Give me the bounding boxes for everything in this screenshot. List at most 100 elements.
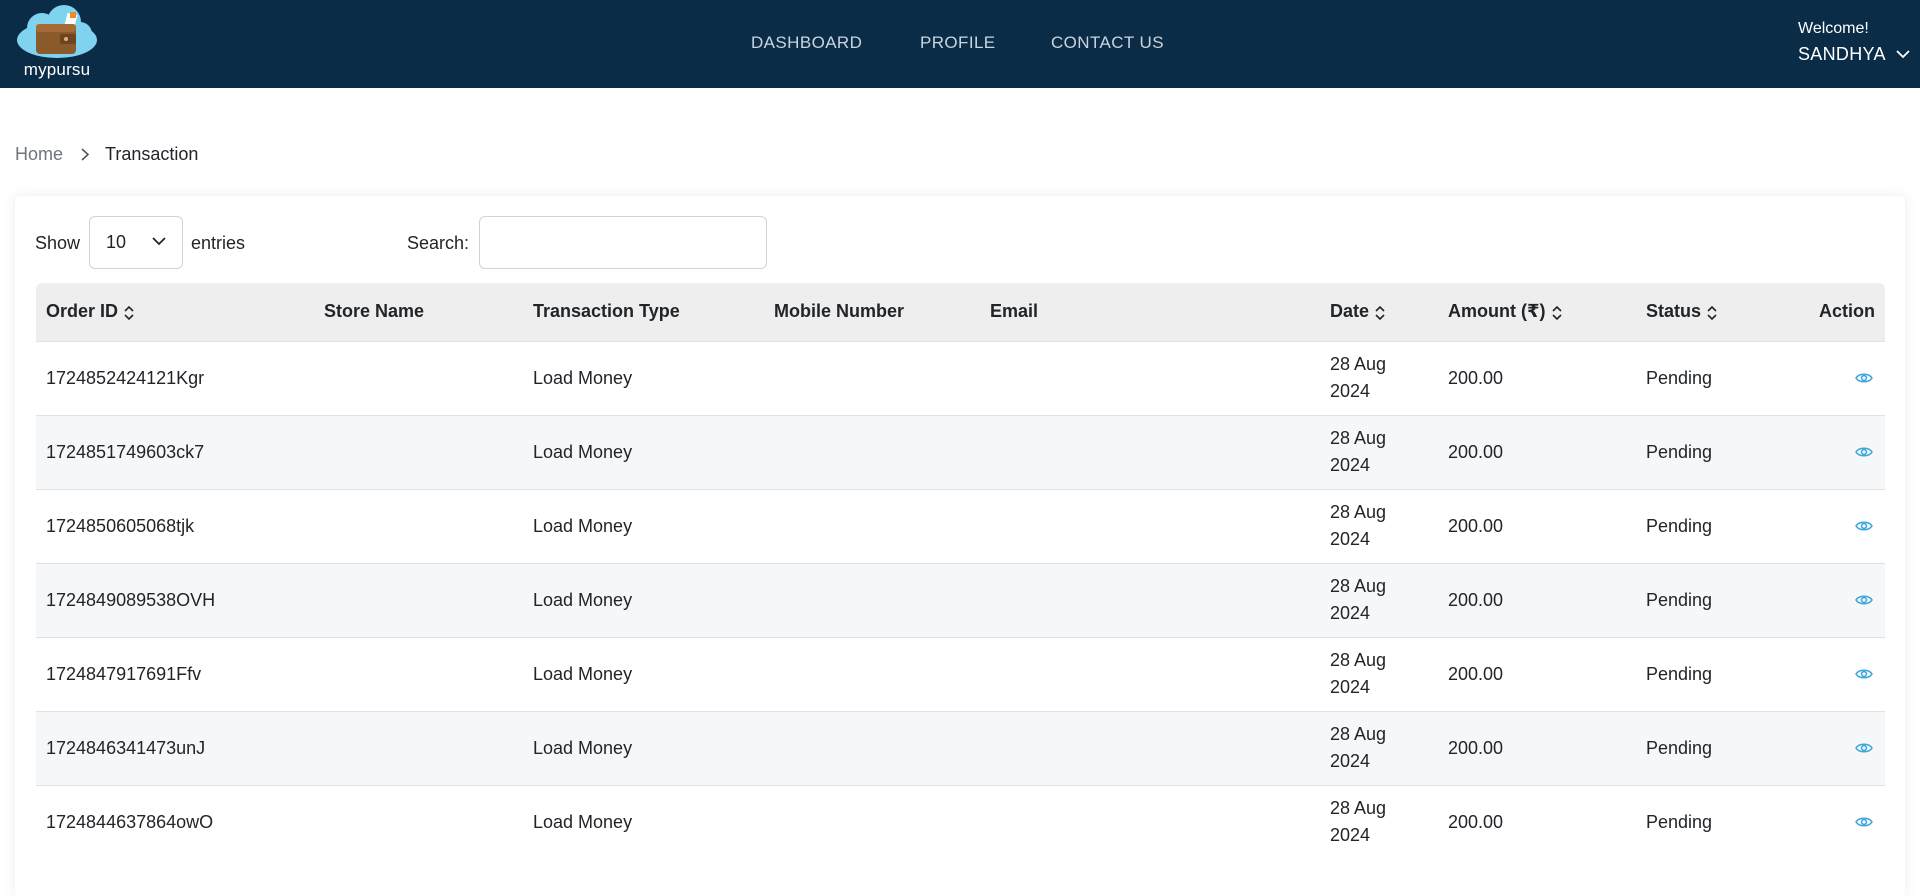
table-row: 1724849089538OVH Load Money 28 Aug 2024 200.… [36,562,1885,637]
cell-transaction-type: Load Money [523,414,764,489]
cell-store-name [314,710,523,785]
column-order-id[interactable]: Order ID [36,283,314,341]
nav-dashboard[interactable]: DASHBOARD [751,33,862,53]
table-row: 1724847917691Ffv Load Money 28 Aug 2024 200.… [36,636,1885,711]
cell-date: 28 Aug 2024 [1320,636,1438,711]
cell-date: 28 Aug 2024 [1320,414,1438,489]
cell-action [1780,636,1885,711]
cell-action [1780,414,1885,489]
cell-mobile-number [764,562,980,637]
cell-transaction-type: Load Money [523,488,764,563]
column-amount[interactable]: Amount (₹) [1438,283,1636,341]
cell-amount: 200.00 [1438,488,1636,563]
cell-status: Pending [1636,562,1780,637]
table-header-row: Order ID Store Name Transaction Type Mob… [36,283,1885,341]
top-navbar: mypursu DASHBOARD PROFILE CONTACT US Wel… [0,0,1920,88]
date-day-month: 28 Aug [1330,354,1387,374]
view-eye-icon[interactable] [1855,661,1873,688]
cell-date: 28 Aug 2024 [1320,488,1438,563]
breadcrumb-home[interactable]: Home [15,144,63,165]
breadcrumb: Home Transaction [15,144,198,165]
cell-status: Pending [1636,414,1780,489]
view-eye-icon[interactable] [1855,365,1873,392]
cloud-wallet-logo-icon [17,5,97,58]
view-eye-icon[interactable] [1855,735,1873,762]
transactions-card: Show 10 entries Search: Order ID Store N… [15,196,1905,896]
column-mobile-number: Mobile Number [764,283,980,341]
cell-amount: 200.00 [1438,784,1636,859]
cell-date: 28 Aug 2024 [1320,562,1438,637]
cell-email [980,340,1320,415]
sort-icon[interactable] [124,305,134,321]
column-status[interactable]: Status [1636,283,1780,341]
table-row: 1724852424121Kgr Load Money 28 Aug 2024 200.… [36,340,1885,415]
cell-date: 28 Aug 2024 [1320,784,1438,859]
view-eye-icon[interactable] [1855,809,1873,836]
sort-icon[interactable] [1375,305,1385,321]
cell-amount: 200.00 [1438,340,1636,415]
cell-mobile-number [764,636,980,711]
cell-transaction-type: Load Money [523,636,764,711]
column-email: Email [980,283,1320,341]
column-date[interactable]: Date [1320,283,1438,341]
cell-date: 28 Aug 2024 [1320,710,1438,785]
table-row: 1724844637864owO Load Money 28 Aug 2024 200.… [36,784,1885,859]
transactions-table: Order ID Store Name Transaction Type Mob… [36,283,1885,859]
cell-transaction-type: Load Money [523,562,764,637]
view-eye-icon[interactable] [1855,439,1873,466]
date-year: 2024 [1330,677,1371,697]
view-eye-icon[interactable] [1855,587,1873,614]
date-year: 2024 [1330,603,1371,623]
nav-profile[interactable]: PROFILE [920,33,996,53]
cell-store-name [314,784,523,859]
date-year: 2024 [1330,455,1371,475]
cell-status: Pending [1636,488,1780,563]
cell-email [980,562,1320,637]
user-menu[interactable]: SANDHYA [1798,44,1910,65]
cell-order-id: 1724847917691Ffv [36,636,314,711]
cell-order-id: 1724844637864owO [36,784,314,859]
cell-status: Pending [1636,636,1780,711]
cell-email [980,636,1320,711]
search-label: Search: [407,233,470,253]
column-action: Action [1780,283,1885,341]
cell-store-name [314,340,523,415]
nav-contact-us[interactable]: CONTACT US [1051,33,1164,53]
cell-order-id: 1724852424121Kgr [36,340,314,415]
date-day-month: 28 Aug [1330,650,1387,670]
user-name: SANDHYA [1798,44,1886,64]
date-day-month: 28 Aug [1330,724,1387,744]
view-eye-icon[interactable] [1855,513,1873,540]
column-transaction-type: Transaction Type [523,283,764,341]
date-year: 2024 [1330,529,1371,549]
cell-date: 28 Aug 2024 [1320,340,1438,415]
cell-order-id: 1724846341473unJ [36,710,314,785]
welcome-text: Welcome! [1798,20,1869,37]
date-day-month: 28 Aug [1330,798,1387,819]
chevron-down-icon [152,237,166,246]
cell-mobile-number [764,488,980,563]
table-row: 1724850605068tjk Load Money 28 Aug 2024 200.… [36,488,1885,563]
sort-icon[interactable] [1707,305,1717,321]
date-day-month: 28 Aug [1330,428,1387,448]
cell-action [1780,784,1885,859]
sort-icon[interactable] [1551,305,1562,321]
logo-text: mypursu [23,60,91,79]
cell-transaction-type: Load Money [523,710,764,785]
cell-transaction-type: Load Money [523,784,764,859]
column-store-name: Store Name [314,283,523,341]
cell-amount: 200.00 [1438,636,1636,711]
mypursu-logo[interactable]: mypursu [14,4,100,82]
cell-mobile-number [764,784,980,859]
search-input[interactable] [479,216,767,269]
cell-amount: 200.00 [1438,562,1636,637]
show-label: Show [35,233,81,253]
table-body: 1724852424121Kgr Load Money 28 Aug 2024 200.… [36,340,1885,859]
entries-select[interactable]: 10 [89,216,183,269]
breadcrumb-current: Transaction [105,144,199,164]
cell-status: Pending [1636,340,1780,415]
cell-mobile-number [764,710,980,785]
table-row: 1724846341473unJ Load Money 28 Aug 2024 200.… [36,710,1885,785]
date-day-month: 28 Aug [1330,576,1387,596]
cell-email [980,414,1320,489]
